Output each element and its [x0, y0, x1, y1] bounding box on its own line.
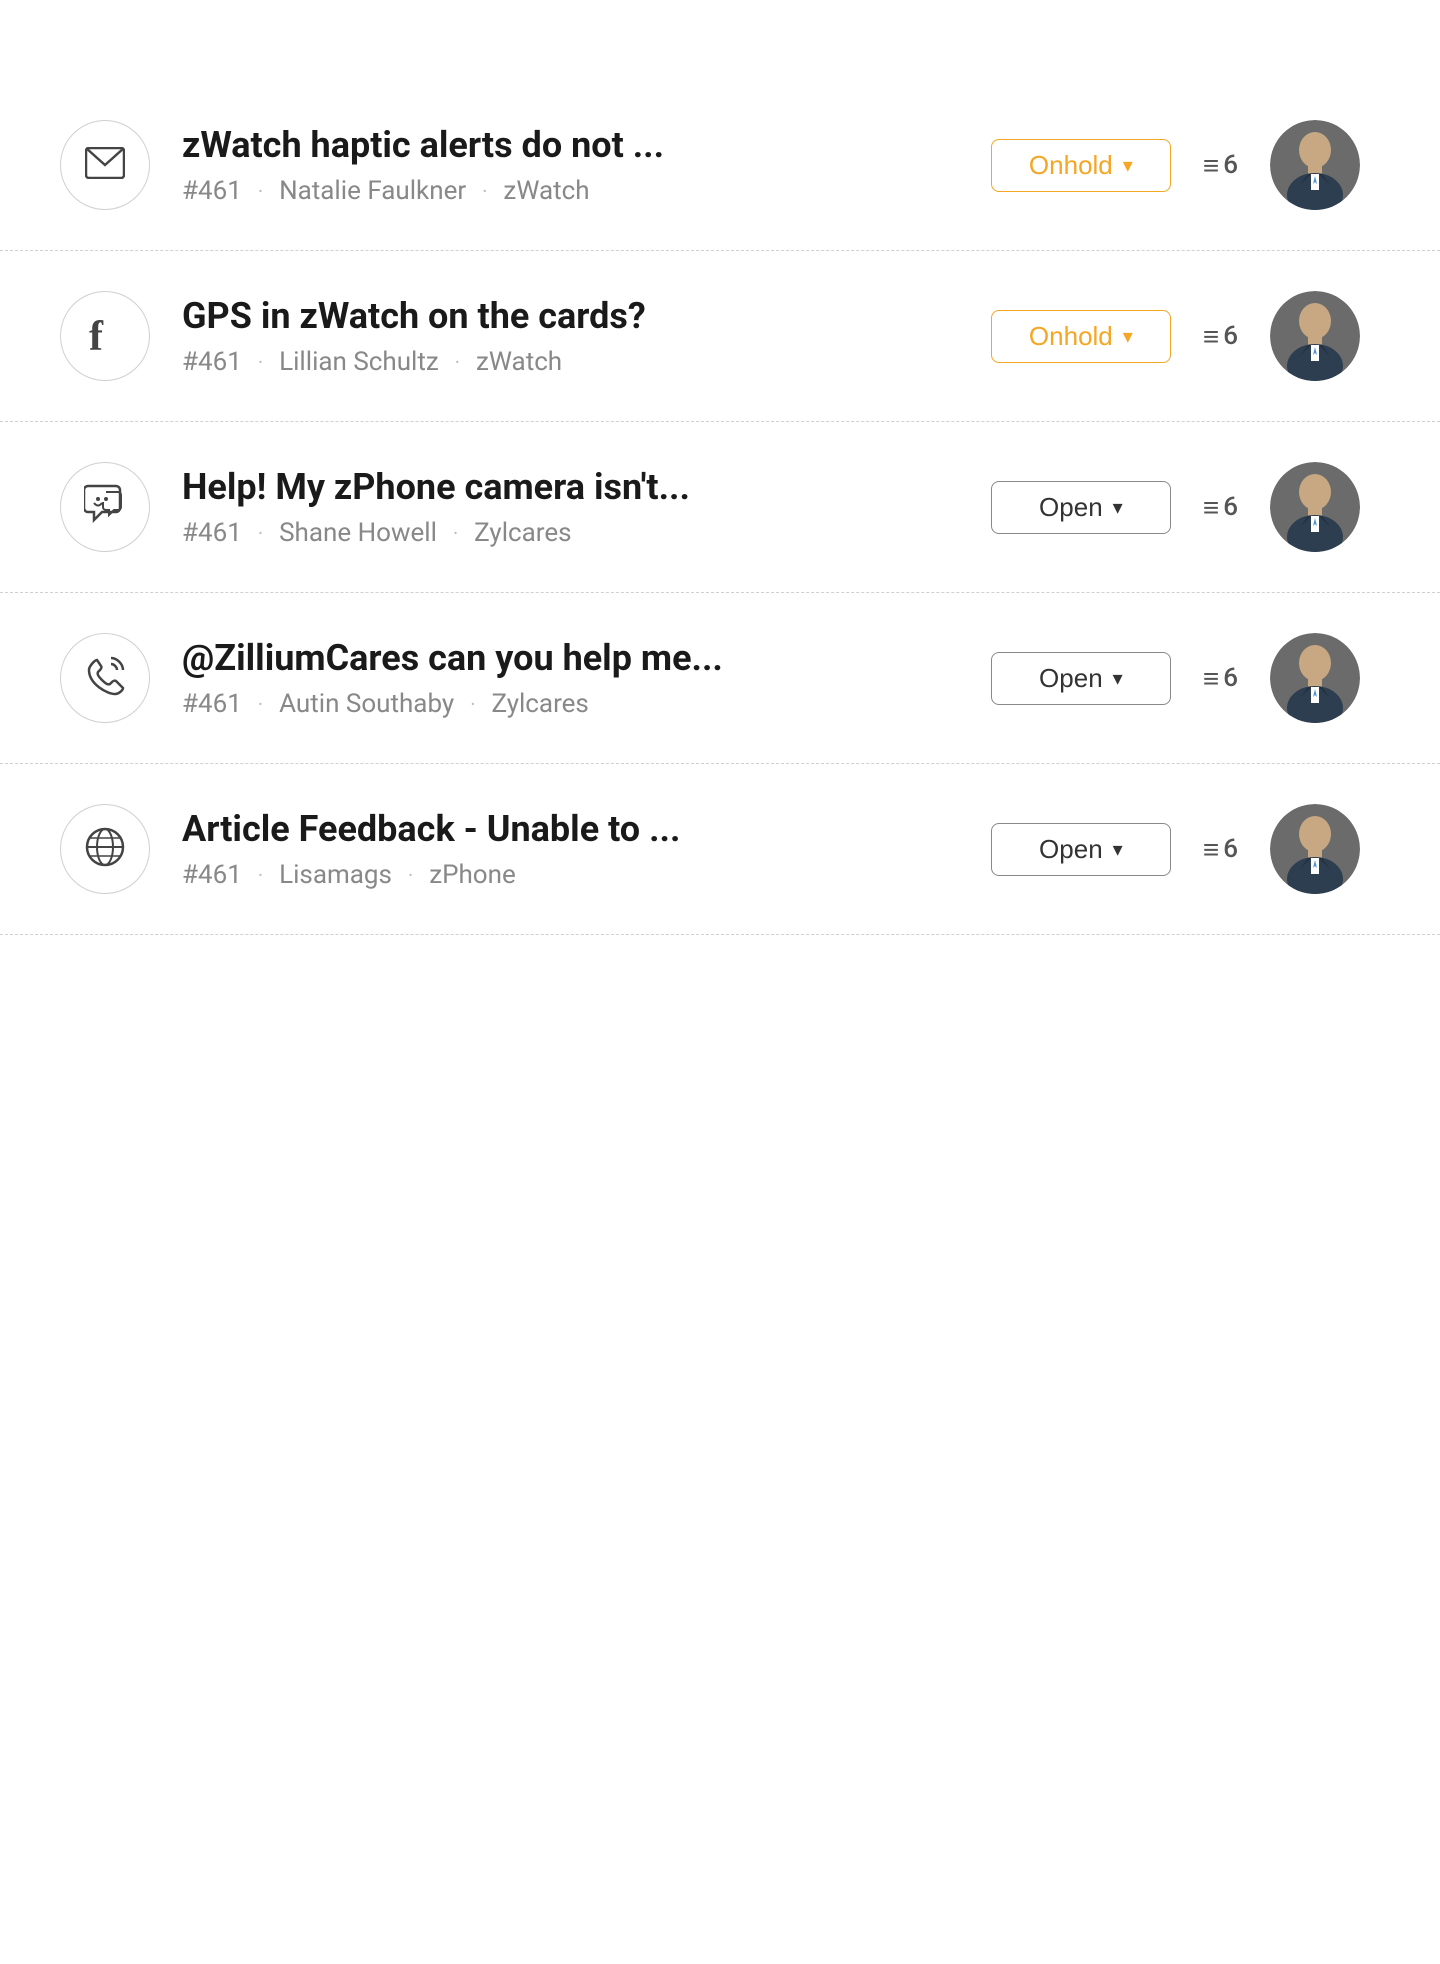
lines-icon: ≡	[1203, 320, 1219, 353]
ticket-title: GPS in zWatch on the cards?	[182, 295, 959, 337]
ticket-count: ≡ 6	[1203, 833, 1238, 866]
ticket-item[interactable]: @ZilliumCares can you help me... #461 · …	[0, 593, 1440, 764]
ticket-item[interactable]: Help! My zPhone camera isn't... #461 · S…	[0, 422, 1440, 593]
meta-dot: ·	[455, 350, 460, 374]
status-label: Open	[1039, 663, 1103, 694]
ticket-list: zWatch haptic alerts do not ... #461 · N…	[0, 0, 1440, 935]
ticket-product: zWatch	[476, 347, 562, 377]
meta-dot: ·	[258, 692, 263, 716]
ticket-item[interactable]: zWatch haptic alerts do not ... #461 · N…	[0, 80, 1440, 251]
dropdown-arrow-icon: ▾	[1123, 153, 1133, 178]
phone-icon	[85, 656, 125, 700]
status-label: Onhold	[1029, 321, 1113, 352]
agent-avatar	[1270, 804, 1360, 894]
status-badge[interactable]: Open ▾	[991, 823, 1171, 876]
lines-icon: ≡	[1203, 662, 1219, 695]
meta-dot: ·	[258, 521, 263, 545]
dropdown-arrow-icon: ▾	[1113, 495, 1123, 520]
facebook-icon: f	[87, 314, 123, 358]
ticket-product: Zylcares	[491, 689, 588, 719]
ticket-number: #461	[182, 860, 242, 890]
count-number: 6	[1223, 150, 1238, 180]
dropdown-arrow-icon: ▾	[1113, 837, 1123, 862]
ticket-product: Zylcares	[474, 518, 571, 548]
agent-avatar	[1270, 291, 1360, 381]
ticket-number: #461	[182, 689, 242, 719]
agent-avatar	[1270, 462, 1360, 552]
ticket-content: GPS in zWatch on the cards? #461 · Lilli…	[182, 295, 959, 377]
lines-icon: ≡	[1203, 491, 1219, 524]
count-number: 6	[1223, 492, 1238, 522]
ticket-meta: #461 · Natalie Faulkner · zWatch	[182, 176, 959, 206]
ticket-product: zPhone	[429, 860, 516, 890]
ticket-right: Open ▾ ≡ 6	[991, 633, 1360, 723]
ticket-icon-wrap: f	[60, 291, 150, 381]
ticket-meta: #461 · Lillian Schultz · zWatch	[182, 347, 959, 377]
ticket-content: @ZilliumCares can you help me... #461 · …	[182, 637, 959, 719]
ticket-item[interactable]: Article Feedback - Unable to ... #461 · …	[0, 764, 1440, 935]
ticket-icon-wrap	[60, 120, 150, 210]
dropdown-arrow-icon: ▾	[1113, 666, 1123, 691]
ticket-count: ≡ 6	[1203, 149, 1238, 182]
meta-dot: ·	[258, 350, 263, 374]
agent-avatar	[1270, 120, 1360, 210]
ticket-title: zWatch haptic alerts do not ...	[182, 124, 959, 166]
ticket-customer: Autin Southaby	[279, 689, 454, 719]
ticket-customer: Shane Howell	[279, 518, 437, 548]
svg-text:f: f	[89, 314, 104, 354]
lines-icon: ≡	[1203, 149, 1219, 182]
ticket-number: #461	[182, 176, 242, 206]
email-icon	[85, 147, 125, 183]
globe-icon	[84, 826, 126, 872]
ticket-meta: #461 · Lisamags · zPhone	[182, 860, 959, 890]
ticket-title: Article Feedback - Unable to ...	[182, 808, 959, 850]
ticket-right: Open ▾ ≡ 6	[991, 462, 1360, 552]
dropdown-arrow-icon: ▾	[1123, 324, 1133, 349]
status-label: Onhold	[1029, 150, 1113, 181]
meta-dot: ·	[482, 179, 487, 203]
ticket-item[interactable]: f GPS in zWatch on the cards? #461 · Lil…	[0, 251, 1440, 422]
ticket-customer: Natalie Faulkner	[279, 176, 466, 206]
status-badge[interactable]: Open ▾	[991, 481, 1171, 534]
status-badge[interactable]: Onhold ▾	[991, 310, 1171, 363]
ticket-right: Onhold ▾ ≡ 6	[991, 120, 1360, 210]
ticket-icon-wrap	[60, 804, 150, 894]
ticket-meta: #461 · Autin Southaby · Zylcares	[182, 689, 959, 719]
ticket-number: #461	[182, 347, 242, 377]
count-number: 6	[1223, 321, 1238, 351]
ticket-customer: Lillian Schultz	[279, 347, 439, 377]
agent-avatar	[1270, 633, 1360, 723]
count-number: 6	[1223, 834, 1238, 864]
status-label: Open	[1039, 492, 1103, 523]
ticket-right: Open ▾ ≡ 6	[991, 804, 1360, 894]
ticket-title: @ZilliumCares can you help me...	[182, 637, 959, 679]
ticket-number: #461	[182, 518, 242, 548]
chat-icon	[84, 484, 126, 530]
status-badge[interactable]: Open ▾	[991, 652, 1171, 705]
meta-dot: ·	[258, 179, 263, 203]
meta-dot: ·	[408, 863, 413, 887]
ticket-count: ≡ 6	[1203, 320, 1238, 353]
ticket-customer: Lisamags	[279, 860, 392, 890]
ticket-product: zWatch	[503, 176, 589, 206]
status-badge[interactable]: Onhold ▾	[991, 139, 1171, 192]
ticket-meta: #461 · Shane Howell · Zylcares	[182, 518, 959, 548]
ticket-right: Onhold ▾ ≡ 6	[991, 291, 1360, 381]
ticket-icon-wrap	[60, 633, 150, 723]
meta-dot: ·	[470, 692, 475, 716]
meta-dot: ·	[453, 521, 458, 545]
ticket-count: ≡ 6	[1203, 491, 1238, 524]
ticket-title: Help! My zPhone camera isn't...	[182, 466, 959, 508]
lines-icon: ≡	[1203, 833, 1219, 866]
meta-dot: ·	[258, 863, 263, 887]
ticket-content: zWatch haptic alerts do not ... #461 · N…	[182, 124, 959, 206]
ticket-count: ≡ 6	[1203, 662, 1238, 695]
ticket-content: Help! My zPhone camera isn't... #461 · S…	[182, 466, 959, 548]
ticket-icon-wrap	[60, 462, 150, 552]
count-number: 6	[1223, 663, 1238, 693]
status-label: Open	[1039, 834, 1103, 865]
ticket-content: Article Feedback - Unable to ... #461 · …	[182, 808, 959, 890]
